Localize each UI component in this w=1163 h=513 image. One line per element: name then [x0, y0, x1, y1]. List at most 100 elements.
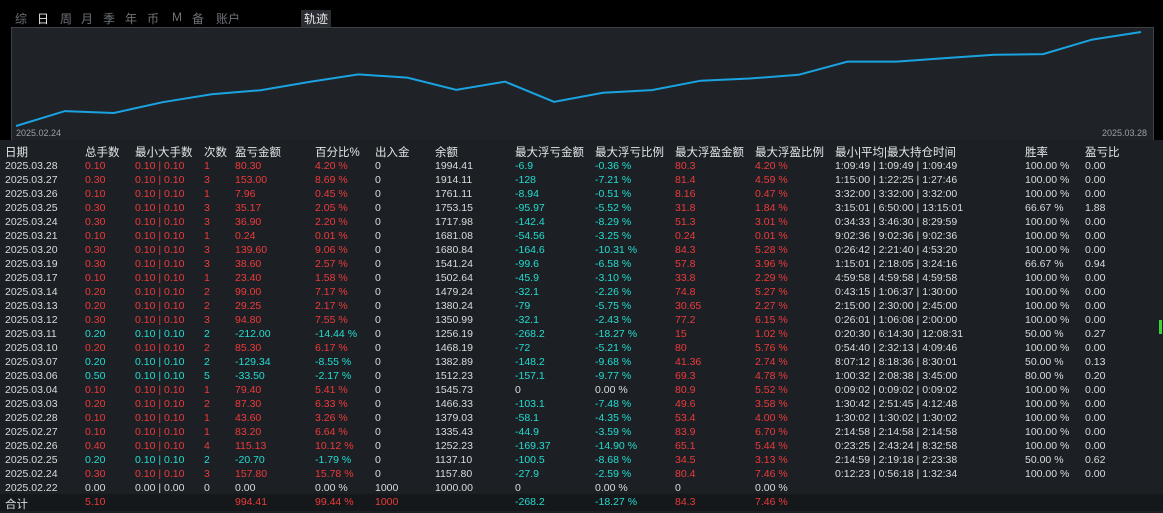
cell-min-max-lots: 0.10 | 0.10	[135, 300, 185, 312]
cell-min-max-lots: 0.10 | 0.10	[135, 160, 185, 172]
header-percent[interactable]: 百分比%	[315, 144, 360, 160]
cell-deposit: 0	[375, 440, 381, 452]
cell-win-rate: 100.00 %	[1025, 468, 1070, 480]
cell-balance: 1753.15	[435, 202, 473, 214]
header-pnl-ratio[interactable]: 盈亏比	[1085, 144, 1120, 160]
cell-date: 2025.03.06	[5, 370, 58, 382]
header-win-rate[interactable]: 胜率	[1025, 144, 1048, 160]
cell-max-float-loss-pct: -9.77 %	[595, 370, 632, 382]
cell-pnl-ratio: 0.00	[1085, 160, 1106, 172]
cell-max-float-profit-pct: 6.15 %	[755, 314, 788, 326]
cell-deposit: 0	[375, 258, 381, 270]
tab-year[interactable]: 年	[125, 10, 137, 27]
cell-win-rate: 50.00 %	[1025, 356, 1064, 368]
cell-hold-time: 0:23:25 | 2:43:24 | 8:32:58	[835, 440, 958, 452]
cell-date: 2025.03.12	[5, 314, 58, 326]
header-total-lots[interactable]: 总手数	[85, 144, 120, 160]
cell-win-rate: 100.00 %	[1025, 440, 1070, 452]
cell-pnl-ratio: 0.00	[1085, 468, 1106, 480]
cell-pnl: 139.60	[235, 244, 268, 256]
cell-date: 2025.03.17	[5, 272, 58, 284]
header-max-float-profit[interactable]: 最大浮盈金额	[675, 144, 744, 160]
cell-max-float-loss: -148.2	[515, 356, 545, 368]
cell-pnl-ratio: 0.00	[1085, 286, 1106, 298]
cell-deposit: 0	[375, 426, 381, 438]
cell-min-max-lots: 0.10 | 0.10	[135, 230, 185, 242]
cell-total-lots: 0.00	[85, 482, 106, 494]
cell-percent: 2.05 %	[315, 202, 348, 214]
cell-hold-time: 1:30:02 | 1:30:02 | 1:30:02	[835, 412, 958, 424]
cell-max-float-loss-pct: -7.21 %	[595, 174, 632, 186]
cell-hold-time: 0:26:01 | 1:06:08 | 2:00:00	[835, 314, 958, 326]
header-min-max-lots[interactable]: 最小大手数	[135, 144, 193, 160]
cell-max-float-profit-pct: 4.59 %	[755, 174, 788, 186]
cell-win-rate: 100.00 %	[1025, 160, 1070, 172]
tab-track[interactable]: 轨迹	[301, 10, 332, 27]
cell-pnl-ratio: 0.00	[1085, 412, 1106, 424]
tab-m[interactable]: M	[172, 10, 182, 24]
cell-pnl: 23.40	[235, 272, 262, 284]
cell-max-float-profit-pct: 2.29 %	[755, 272, 788, 284]
header-max-float-loss[interactable]: 最大浮亏金额	[515, 144, 584, 160]
cell-max-float-profit: 0	[675, 482, 681, 494]
tab-overview[interactable]: 综	[15, 10, 27, 27]
cell-pnl-ratio: 0.00	[1085, 426, 1106, 438]
cell-deposit: 0	[375, 468, 381, 480]
cell-percent: 9.06 %	[315, 244, 348, 256]
cell-deposit: 0	[375, 356, 381, 368]
tab-week[interactable]: 周	[60, 10, 72, 27]
header-date[interactable]: 日期	[5, 144, 28, 160]
cell-max-float-loss: -95.97	[515, 202, 545, 214]
cell-pnl: 87.30	[235, 398, 262, 410]
header-balance[interactable]: 余额	[435, 144, 458, 160]
header-deposit[interactable]: 出入金	[375, 144, 410, 160]
cell-pnl: -212.00	[235, 328, 271, 340]
cell-hold-time: 1:00:32 | 2:08:38 | 3:45:00	[835, 370, 958, 382]
cell-date: 2025.03.13	[5, 300, 58, 312]
tab-notes[interactable]: 备	[192, 10, 204, 27]
cell-win-rate: 100.00 %	[1025, 342, 1070, 354]
cell-deposit: 0	[375, 370, 381, 382]
scroll-indicator[interactable]	[1159, 320, 1162, 334]
tab-quarter[interactable]: 季	[103, 10, 115, 27]
cell-percent: 1.58 %	[315, 272, 348, 284]
cell-hold-time: 4:59:58 | 4:59:58 | 4:59:58	[835, 272, 958, 284]
cell-max-float-loss-pct: -5.21 %	[595, 342, 632, 354]
header-max-float-profit-pct[interactable]: 最大浮盈比例	[755, 144, 824, 160]
cell-max-float-loss-pct: -10.31 %	[595, 244, 638, 256]
cell-max-float-loss: 0	[515, 482, 521, 494]
cell-max-float-profit: 74.8	[675, 286, 696, 298]
tab-currency[interactable]: 币	[147, 10, 159, 27]
cell-pnl: 153.00	[235, 174, 268, 186]
cell-percent: 15.78 %	[315, 468, 354, 480]
header-hold-time[interactable]: 最小|平均|最大持仓时间	[835, 144, 956, 160]
cell-max-float-loss-pct: -14.90 %	[595, 440, 638, 452]
cell-percent: 6.64 %	[315, 426, 348, 438]
tab-month[interactable]: 月	[81, 10, 93, 27]
cell-total-lots: 0.20	[85, 328, 106, 340]
cell-max-float-profit: 53.4	[675, 412, 696, 424]
tab-account[interactable]: 账户	[216, 10, 240, 27]
cell-max-float-profit: 30.65	[675, 300, 702, 312]
header-max-float-loss-pct[interactable]: 最大浮亏比例	[595, 144, 664, 160]
cell-max-float-loss: -99.6	[515, 258, 539, 270]
cell-percent: -8.55 %	[315, 356, 352, 368]
cell-balance: 1000.00	[435, 482, 473, 494]
cell-count: 1	[204, 160, 210, 172]
tab-day[interactable]: 日	[37, 10, 49, 27]
cell-pnl-ratio: 0.00	[1085, 314, 1106, 326]
cell-count: 1	[204, 188, 210, 200]
cell-pnl-ratio: 0.27	[1085, 328, 1106, 340]
header-pnl[interactable]: 盈亏金额	[235, 144, 281, 160]
cell-deposit: 0	[375, 244, 381, 256]
cell-max-float-loss: -157.1	[515, 370, 545, 382]
cell-pnl: 79.40	[235, 384, 262, 396]
cell-count: 1	[204, 426, 210, 438]
header-count[interactable]: 次数	[204, 144, 227, 160]
cell-max-float-profit-pct: 4.20 %	[755, 160, 788, 172]
cell-date: 2025.03.20	[5, 244, 58, 256]
cell-date: 2025.02.26	[5, 440, 58, 452]
cell-max-float-profit: 84.3	[675, 244, 696, 256]
cell-win-rate: 100.00 %	[1025, 286, 1070, 298]
cell-max-float-profit-pct: 1.02 %	[755, 328, 788, 340]
